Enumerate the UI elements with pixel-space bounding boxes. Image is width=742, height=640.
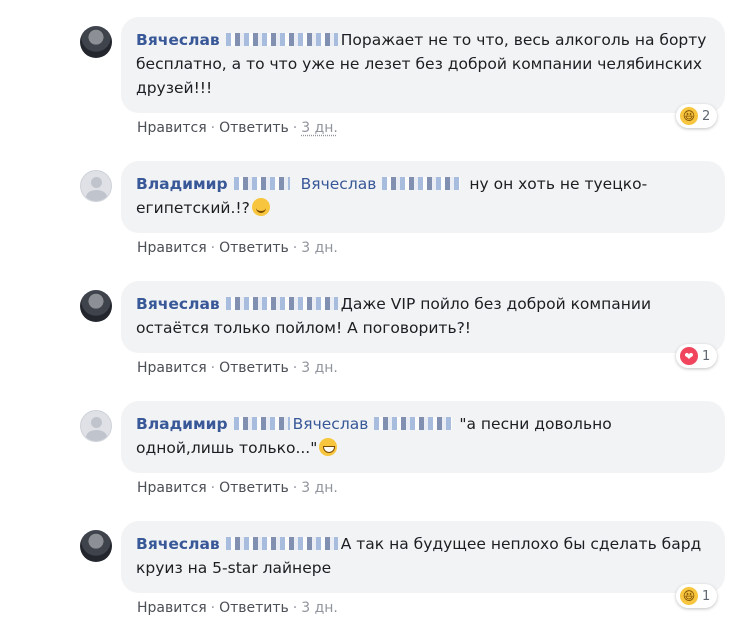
reaction-count: 2 [702,108,711,124]
separator: · [210,360,216,376]
separator: · [292,120,298,136]
comment-actions: Нравится · Ответить · 3 дн. [137,120,338,136]
blurred-name [225,537,338,550]
author-link[interactable]: Вячеслав [136,535,220,553]
default-avatar-head [91,417,102,428]
comment-bubble: Вячеслав Поражает не то что, весь алкогол… [121,17,725,113]
like-button[interactable]: Нравится [137,120,207,136]
default-avatar-shoulders [86,430,107,441]
author-link[interactable]: Владимир [136,415,228,433]
comment-bubble: Вячеслав Даже VIP пойло без доброй компан… [121,281,725,353]
like-button[interactable]: Нравится [137,600,207,616]
default-avatar-head [91,177,102,188]
haha-icon: 😆 [680,587,698,605]
default-avatar-shoulders [86,190,107,201]
separator: · [292,480,298,496]
comment-bubble: Владимир Вячеслав ну он хоть не туецко-еги… [121,161,725,233]
author-link[interactable]: Вячеслав [136,295,220,313]
blurred-name [382,177,461,190]
separator: · [210,120,216,136]
timestamp[interactable]: 3 дн. [301,360,338,376]
separator: · [210,240,216,256]
separator: · [292,240,298,256]
avatar[interactable] [80,170,112,202]
comment-actions: Нравится · Ответить · 3 дн. [137,480,338,496]
blurred-name [225,297,338,310]
timestamp[interactable]: 3 дн. [301,600,338,616]
reply-button[interactable]: Ответить [219,240,289,256]
mention-link[interactable]: Вячеслав [301,175,377,193]
like-button[interactable]: Нравится [137,240,207,256]
author-link[interactable]: Вячеслав [136,31,220,49]
love-icon: ❤ [680,347,698,365]
smirk-emoji-icon [251,198,270,216]
comment-bubble: Владимир Вячеслав "а песни довольно одной,… [121,401,725,473]
blurred-name [233,177,290,190]
reaction-badge[interactable]: 😆 1 [676,584,718,608]
blurred-name [233,417,290,430]
grin-emoji-icon [319,438,338,456]
separator: · [210,480,216,496]
author-link[interactable]: Владимир [136,175,228,193]
mention-link[interactable]: Вячеслав [293,415,369,433]
reaction-count: 1 [702,348,711,364]
blurred-name [225,33,338,46]
separator: · [210,600,216,616]
timestamp[interactable]: 3 дн. [301,240,338,256]
comment-actions: Нравится · Ответить · 3 дн. [137,600,338,616]
haha-icon: 😆 [680,107,698,125]
separator: · [292,600,298,616]
like-button[interactable]: Нравится [137,480,207,496]
like-button[interactable]: Нравится [137,360,207,376]
avatar[interactable] [80,290,112,322]
reply-button[interactable]: Ответить [219,120,289,136]
reply-button[interactable]: Ответить [219,480,289,496]
reply-button[interactable]: Ответить [219,600,289,616]
reaction-badge[interactable]: 😆 2 [676,104,718,128]
reaction-count: 1 [702,588,711,604]
comment-actions: Нравится · Ответить · 3 дн. [137,240,338,256]
reaction-badge[interactable]: ❤ 1 [676,344,718,368]
avatar[interactable] [80,26,112,58]
reply-button[interactable]: Ответить [219,360,289,376]
timestamp[interactable]: 3 дн. [301,480,338,496]
comment-text: Поражает не то что, весь алкоголь на бор… [136,31,707,97]
comment-actions: Нравится · Ответить · 3 дн. [137,360,338,376]
timestamp[interactable]: 3 дн. [301,120,338,136]
comment-bubble: Вячеслав А так на будущее неплохо бы сдел… [121,521,725,593]
avatar[interactable] [80,410,112,442]
avatar[interactable] [80,530,112,562]
blurred-name [374,417,453,430]
comment-text: А так на будущее неплохо бы сделать бард… [136,535,702,577]
separator: · [292,360,298,376]
